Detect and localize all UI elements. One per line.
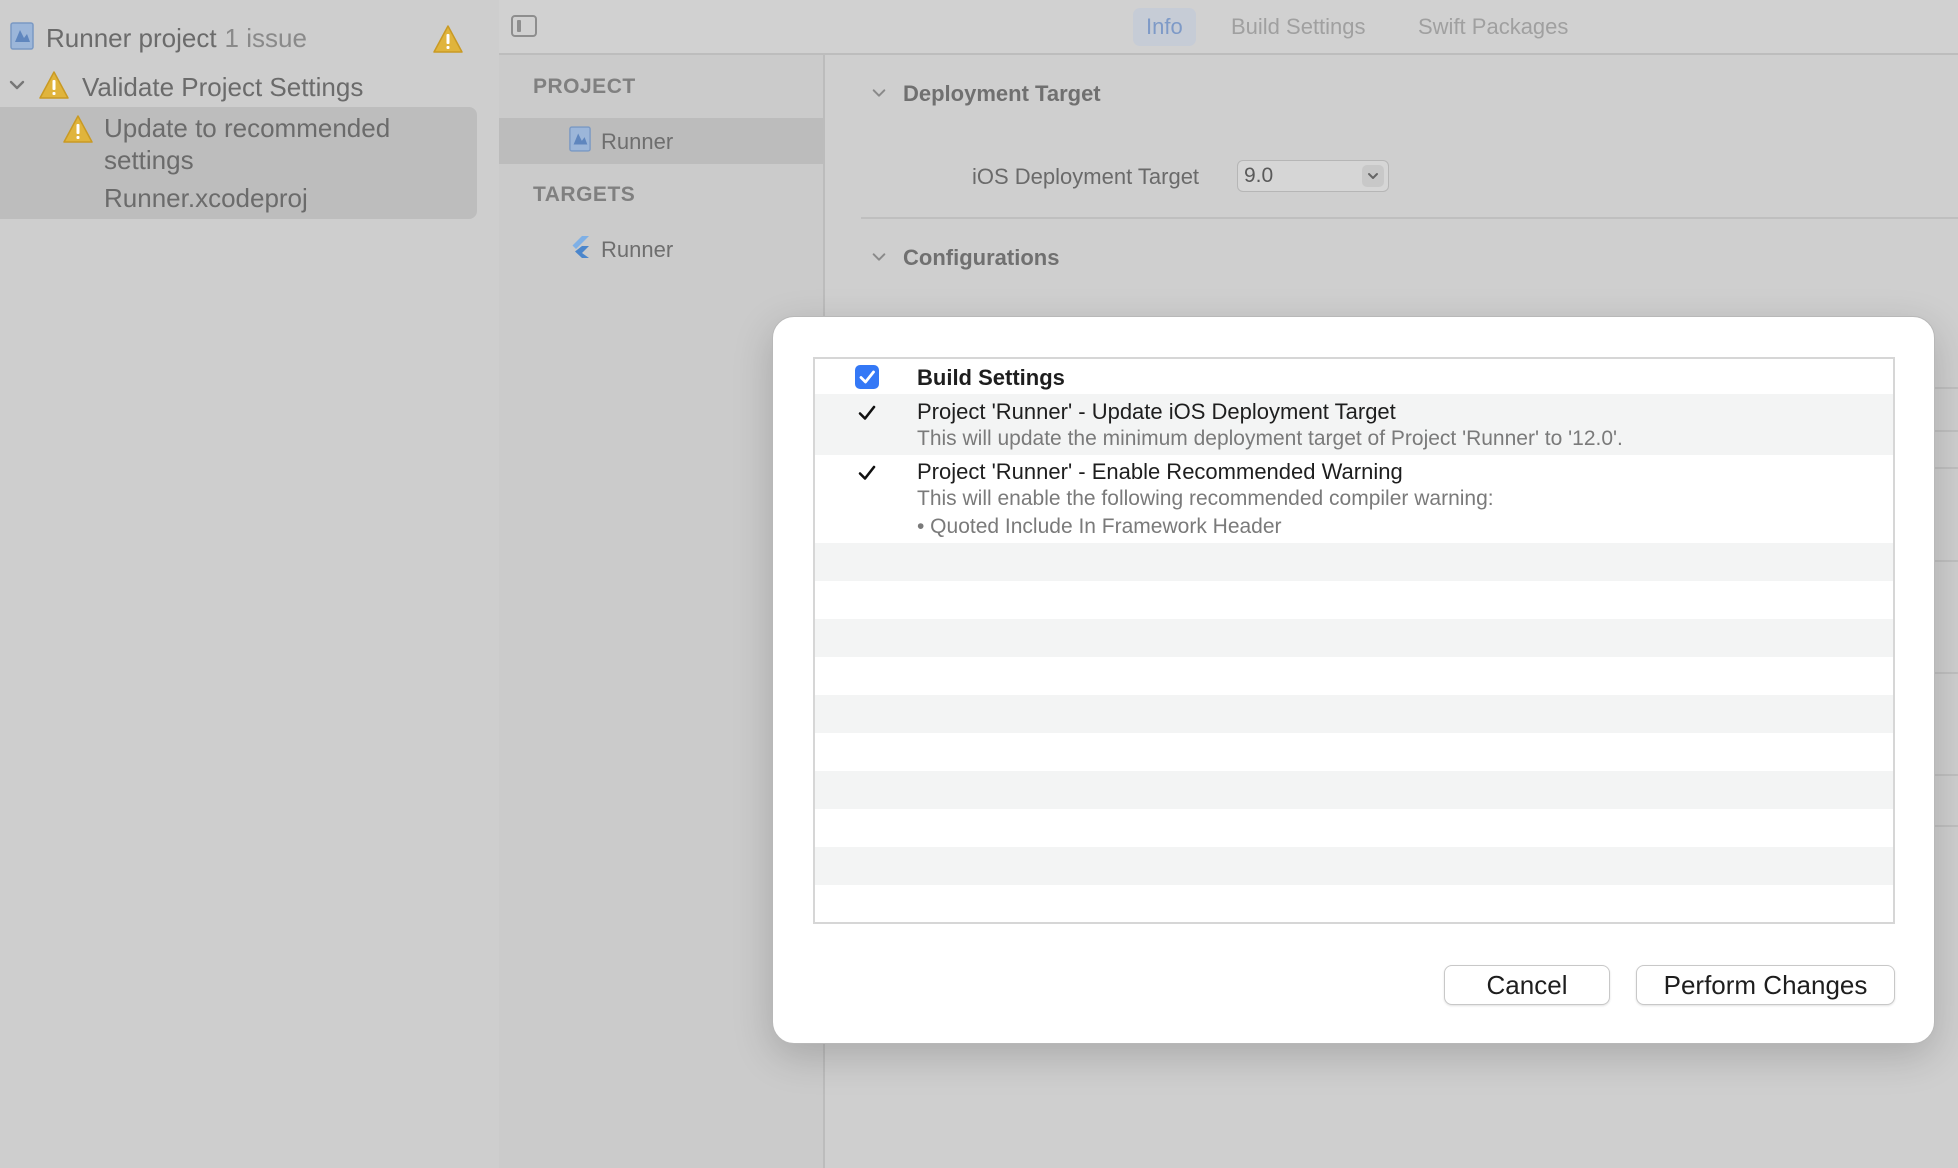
row-divider <box>1933 430 1958 432</box>
update-deployment-target-desc: This will update the minimum deployment … <box>917 427 1623 450</box>
perform-changes-button[interactable]: Perform Changes <box>1636 965 1895 1005</box>
list-stripe <box>815 847 1893 885</box>
xcode-project-icon <box>569 126 591 158</box>
tab-build-settings[interactable]: Build Settings <box>1218 8 1379 46</box>
configurations-section[interactable]: Configurations <box>871 245 1059 271</box>
update-settings-sheet: Build Settings Project 'Runner' - Update… <box>772 316 1935 1044</box>
enable-warning-checkbox[interactable] <box>855 461 879 485</box>
enable-warning-desc: This will enable the following recommend… <box>917 487 1494 510</box>
issue-navigator: Runner project 1 issue Validate Project … <box>0 0 499 1168</box>
build-settings-checkbox[interactable] <box>855 365 879 389</box>
flutter-icon <box>569 235 591 265</box>
xcode-project-icon <box>10 22 34 55</box>
chevron-down-icon[interactable] <box>871 245 887 271</box>
project-name: Runner project <box>46 23 217 53</box>
build-settings-title: Build Settings <box>917 365 1065 390</box>
section-divider <box>861 217 1958 219</box>
enable-warning-detail: • Quoted Include In Framework Header <box>917 515 1282 538</box>
chevron-down-icon[interactable] <box>871 81 887 107</box>
deployment-target-section[interactable]: Deployment Target <box>871 81 1101 107</box>
checkmark-icon <box>858 405 876 420</box>
group-title: Validate Project Settings <box>82 72 364 102</box>
editor-tab-bar: Info Build Settings Swift Packages <box>499 0 1958 55</box>
enable-warning-title: Project 'Runner' - Enable Recommended Wa… <box>917 459 1403 484</box>
warning-triangle-icon <box>38 70 70 105</box>
ios-deployment-target-label: iOS Deployment Target <box>972 164 1200 189</box>
project-item-runner[interactable]: Runner <box>569 126 673 158</box>
ios-deployment-target-select[interactable]: 9.0 <box>1237 160 1389 192</box>
chevron-down-icon <box>1362 165 1384 187</box>
row-divider <box>1933 560 1958 562</box>
tab-swift-packages[interactable]: Swift Packages <box>1405 8 1581 46</box>
cancel-button[interactable]: Cancel <box>1444 965 1610 1005</box>
chevron-down-icon[interactable] <box>8 76 26 99</box>
update-deployment-target-checkbox[interactable] <box>855 401 879 425</box>
sidebar-toggle-icon[interactable] <box>511 15 537 37</box>
row-divider <box>1933 825 1958 827</box>
list-stripe <box>815 543 1893 581</box>
issue-title[interactable]: Update to recommended settings <box>104 112 390 176</box>
changes-list: Build Settings Project 'Runner' - Update… <box>813 357 1895 924</box>
update-deployment-target-title: Project 'Runner' - Update iOS Deployment… <box>917 399 1396 424</box>
list-stripe <box>815 619 1893 657</box>
tab-info[interactable]: Info <box>1133 8 1196 46</box>
row-divider <box>1933 774 1958 776</box>
checkmark-icon <box>858 465 876 480</box>
project-header: PROJECT <box>533 75 636 98</box>
list-stripe <box>815 695 1893 733</box>
issue-count: 1 issue <box>224 23 307 53</box>
row-divider <box>1933 467 1958 469</box>
issue-file: Runner.xcodeproj <box>104 183 308 213</box>
warning-triangle-icon <box>432 24 464 54</box>
target-item-runner[interactable]: Runner <box>569 235 673 265</box>
list-stripe <box>815 771 1893 809</box>
row-divider <box>1933 672 1958 674</box>
validate-group-row[interactable]: Validate Project Settings <box>8 70 363 105</box>
checkmark-icon <box>859 370 875 384</box>
warning-triangle-icon <box>62 114 94 149</box>
targets-header: TARGETS <box>533 183 636 206</box>
row-divider <box>1933 387 1958 389</box>
project-issue-row[interactable]: Runner project 1 issue <box>10 22 307 55</box>
